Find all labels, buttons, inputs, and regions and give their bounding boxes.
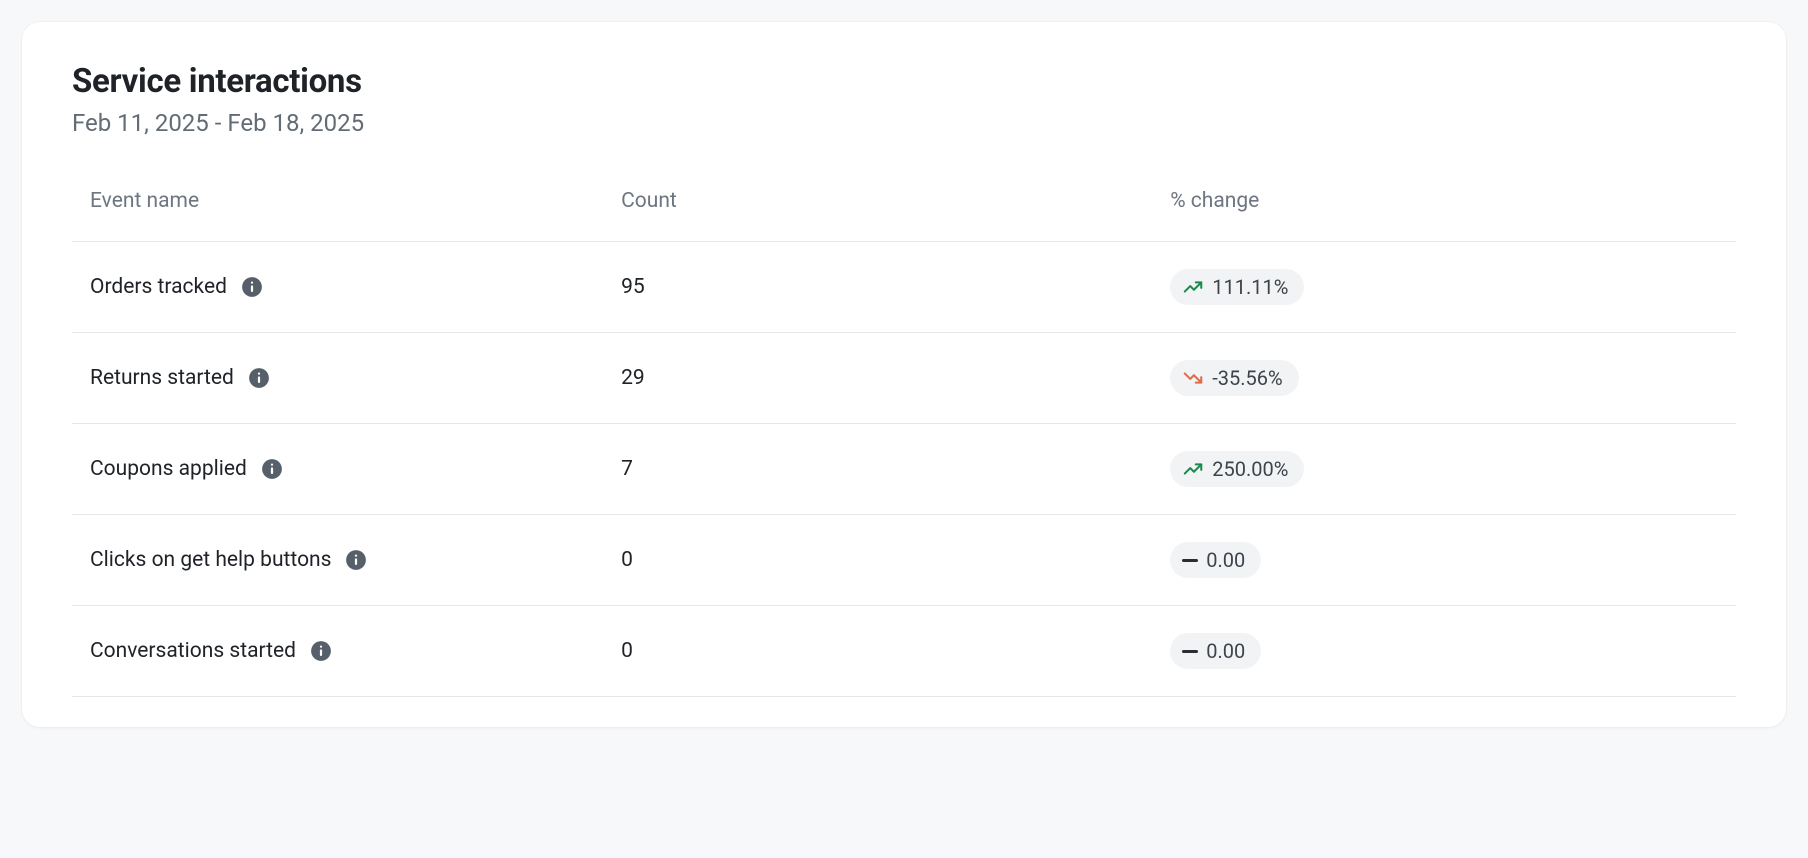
trend-flat-icon [1182, 650, 1198, 653]
event-name-label: Returns started [90, 366, 234, 390]
cell-change: 111.11% [1170, 242, 1736, 333]
info-icon[interactable] [241, 276, 263, 298]
table-row: Coupons applied 7 250.00% [72, 424, 1736, 515]
date-range: Feb 11, 2025 - Feb 18, 2025 [72, 109, 1736, 137]
table-row: Returns started 29 -35.56% [72, 333, 1736, 424]
event-name-label: Conversations started [90, 639, 296, 663]
info-icon[interactable] [345, 549, 367, 571]
cell-event-name: Conversations started [72, 606, 621, 697]
trend-down-icon [1182, 367, 1204, 389]
table-row: Conversations started 0 0.00 [72, 606, 1736, 697]
cell-change: 250.00% [1170, 424, 1736, 515]
change-badge: 0.00 [1170, 633, 1261, 669]
change-value: 111.11% [1212, 275, 1288, 299]
col-header-change: % change [1170, 189, 1736, 242]
events-table: Event name Count % change Orders tracked… [72, 189, 1736, 697]
change-value: 0.00 [1206, 548, 1245, 572]
cell-event-name: Coupons applied [72, 424, 621, 515]
change-badge: 250.00% [1170, 451, 1304, 487]
table-row: Clicks on get help buttons 0 0.00 [72, 515, 1736, 606]
event-name-label: Coupons applied [90, 457, 247, 481]
cell-change: -35.56% [1170, 333, 1736, 424]
change-value: -35.56% [1212, 366, 1282, 390]
cell-count: 7 [621, 424, 1170, 515]
change-value: 250.00% [1212, 457, 1288, 481]
cell-event-name: Orders tracked [72, 242, 621, 333]
card-title: Service interactions [72, 62, 1736, 101]
cell-event-name: Clicks on get help buttons [72, 515, 621, 606]
info-icon[interactable] [310, 640, 332, 662]
change-badge: 111.11% [1170, 269, 1304, 305]
cell-count: 95 [621, 242, 1170, 333]
trend-up-icon [1182, 276, 1204, 298]
col-header-event: Event name [72, 189, 621, 242]
change-value: 0.00 [1206, 639, 1245, 663]
info-icon[interactable] [248, 367, 270, 389]
cell-count: 29 [621, 333, 1170, 424]
event-name-label: Clicks on get help buttons [90, 548, 331, 572]
col-header-count: Count [621, 189, 1170, 242]
info-icon[interactable] [261, 458, 283, 480]
change-badge: -35.56% [1170, 360, 1298, 396]
table-row: Orders tracked 95 111.11% [72, 242, 1736, 333]
trend-flat-icon [1182, 559, 1198, 562]
cell-count: 0 [621, 606, 1170, 697]
trend-up-icon [1182, 458, 1204, 480]
cell-change: 0.00 [1170, 606, 1736, 697]
cell-event-name: Returns started [72, 333, 621, 424]
service-interactions-card: Service interactions Feb 11, 2025 - Feb … [22, 22, 1786, 727]
event-name-label: Orders tracked [90, 275, 227, 299]
cell-count: 0 [621, 515, 1170, 606]
cell-change: 0.00 [1170, 515, 1736, 606]
change-badge: 0.00 [1170, 542, 1261, 578]
